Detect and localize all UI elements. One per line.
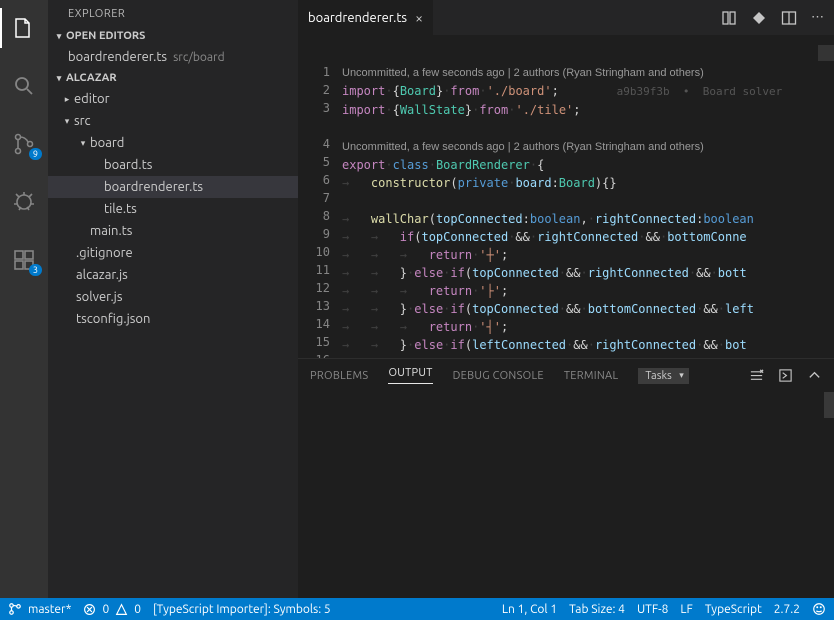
maximize-panel-icon[interactable] xyxy=(807,368,822,383)
tree-folder-board[interactable]: ▾board xyxy=(48,132,298,154)
status-language[interactable]: TypeScript xyxy=(705,603,762,616)
open-changes-icon[interactable] xyxy=(751,10,767,26)
chevron-down-icon: ▾ xyxy=(76,138,90,149)
status-cursor[interactable]: Ln 1, Col 1 xyxy=(502,603,557,616)
close-icon[interactable]: × xyxy=(415,10,423,26)
activity-debug[interactable] xyxy=(0,182,48,222)
extensions-badge: 3 xyxy=(29,264,42,276)
inline-blame: a9b39f3b • Board solver xyxy=(617,85,783,98)
project-header[interactable]: ▾ ALCAZAR xyxy=(48,68,298,88)
chevron-down-icon: ▾ xyxy=(52,73,66,84)
status-tabsize[interactable]: Tab Size: 4 xyxy=(569,603,625,616)
split-editor-icon[interactable] xyxy=(781,10,797,26)
panel-tab-output[interactable]: OUTPUT xyxy=(388,367,432,384)
compare-changes-icon[interactable] xyxy=(721,10,737,26)
activity-extensions[interactable]: 3 xyxy=(0,240,48,280)
tree-file[interactable]: solver.js xyxy=(48,286,298,308)
status-bar: master* 0 0 [TypeScript Importer]: Symbo… xyxy=(0,598,834,620)
tree-file[interactable]: .gitignore xyxy=(48,242,298,264)
line-gutter: 123 45678910111213141516 xyxy=(298,35,342,358)
explorer-sidebar: EXPLORER ▾ OPEN EDITORS boardrenderer.ts… xyxy=(48,0,298,598)
panel-tab-terminal[interactable]: TERMINAL xyxy=(564,370,619,382)
codelens[interactable]: Uncommitted, a few seconds ago | 2 autho… xyxy=(342,141,704,153)
tree-file[interactable]: board.ts xyxy=(48,154,298,176)
tree-file-active[interactable]: boardrenderer.ts xyxy=(48,176,298,198)
open-editor-item[interactable]: boardrenderer.ts src/board xyxy=(48,46,298,68)
more-icon[interactable]: ⋯ xyxy=(811,10,824,25)
tree-file[interactable]: tile.ts xyxy=(48,198,298,220)
status-branch[interactable]: master* xyxy=(8,602,71,616)
code-content[interactable]: Uncommitted, a few seconds ago | 2 autho… xyxy=(342,35,834,358)
status-ts-version[interactable]: 2.7.2 xyxy=(774,603,800,616)
minimap-scrollbar[interactable] xyxy=(818,45,834,61)
panel-tab-problems[interactable]: PROBLEMS xyxy=(310,370,368,382)
editor-tab[interactable]: boardrenderer.ts × xyxy=(298,0,434,35)
status-eol[interactable]: LF xyxy=(680,603,692,616)
status-errors[interactable]: 0 0 xyxy=(83,603,141,616)
output-body[interactable] xyxy=(298,392,834,598)
tree-folder-src[interactable]: ▾src xyxy=(48,110,298,132)
code-editor[interactable]: 123 45678910111213141516 Uncommitted, a … xyxy=(298,35,834,358)
activity-explorer[interactable] xyxy=(0,8,48,48)
open-editors-header[interactable]: ▾ OPEN EDITORS xyxy=(48,26,298,46)
codelens[interactable]: Uncommitted, a few seconds ago | 2 autho… xyxy=(342,67,704,79)
chevron-down-icon: ▾ xyxy=(52,31,66,42)
editor-area: boardrenderer.ts × ⋯ 123 456789101112131… xyxy=(298,0,834,598)
tree-folder-editor[interactable]: ▸editor xyxy=(48,88,298,110)
panel-tab-debug[interactable]: DEBUG CONSOLE xyxy=(453,370,544,382)
status-symbols[interactable]: [TypeScript Importer]: Symbols: 5 xyxy=(153,603,331,616)
sidebar-title: EXPLORER xyxy=(48,0,298,26)
clear-output-icon[interactable] xyxy=(749,368,764,383)
status-encoding[interactable]: UTF-8 xyxy=(637,603,668,616)
open-log-icon[interactable] xyxy=(778,368,793,383)
tab-bar: boardrenderer.ts × ⋯ xyxy=(298,0,834,35)
status-feedback-icon[interactable] xyxy=(812,602,826,616)
activity-scm[interactable]: 9 xyxy=(0,124,48,164)
chevron-down-icon: ▾ xyxy=(60,116,74,127)
bottom-panel: PROBLEMS OUTPUT DEBUG CONSOLE TERMINAL T… xyxy=(298,358,834,598)
output-channel-select[interactable]: Tasks xyxy=(638,368,688,384)
activity-bar: 9 3 xyxy=(0,0,48,598)
tree-file[interactable]: tsconfig.json xyxy=(48,308,298,330)
chevron-right-icon: ▸ xyxy=(60,94,74,105)
panel-scrollbar[interactable] xyxy=(824,392,834,418)
file-tree: ▸editor ▾src ▾board board.ts boardrender… xyxy=(48,88,298,330)
activity-search[interactable] xyxy=(0,66,48,106)
scm-badge: 9 xyxy=(29,148,42,160)
tree-file[interactable]: main.ts xyxy=(48,220,298,242)
tree-file[interactable]: alcazar.js xyxy=(48,264,298,286)
